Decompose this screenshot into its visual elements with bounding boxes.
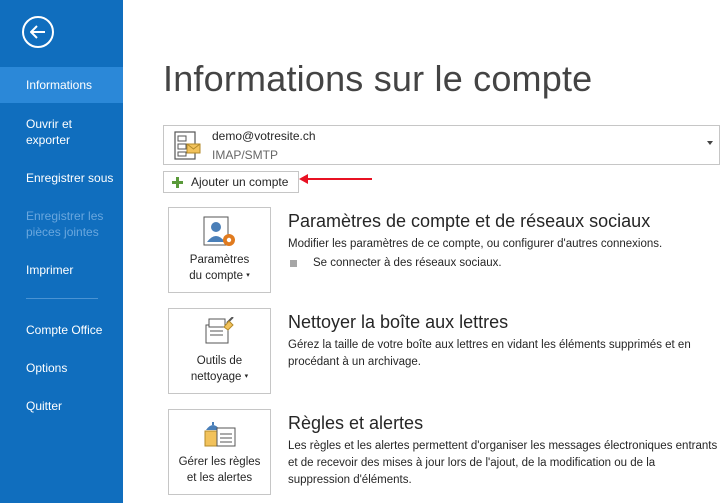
- plus-icon: [172, 176, 183, 188]
- tile-label: Paramètres du compte ▾: [189, 254, 250, 283]
- nav-informations[interactable]: Informations: [0, 67, 123, 103]
- backstage-sidebar: Informations Ouvrir et exporter Enregist…: [0, 0, 123, 503]
- add-account-label: Ajouter un compte: [191, 175, 289, 189]
- back-arrow-icon: [30, 25, 45, 39]
- account-settings-tile[interactable]: Paramètres du compte ▾: [168, 207, 271, 293]
- nav-ouvrir-exporter[interactable]: Ouvrir et exporter: [0, 116, 123, 148]
- nav-enregistrer-sous[interactable]: Enregistrer sous: [0, 170, 123, 186]
- annotation-arrow-icon: [299, 174, 372, 184]
- cleanup-tools-icon: [205, 317, 234, 344]
- rules-alerts-tile[interactable]: Gérer les règles et les alertes: [168, 409, 271, 495]
- chevron-down-icon: [707, 141, 713, 145]
- section-title-rules-alerts: Règles et alertes: [288, 413, 424, 433]
- account-type: IMAP/SMTP: [212, 148, 279, 162]
- account-selector[interactable]: demo@votresite.ch IMAP/SMTP: [163, 125, 720, 165]
- back-button[interactable]: [22, 16, 54, 48]
- tile-label: Gérer les règles et les alertes: [178, 456, 261, 484]
- nav-quitter[interactable]: Quitter: [0, 398, 123, 414]
- section-description: Gérez la taille de votre boîte aux lettr…: [288, 339, 691, 368]
- nav-options[interactable]: Options: [0, 360, 123, 376]
- social-networks-link[interactable]: Se connecter à des réseaux sociaux.: [290, 257, 502, 269]
- sidebar-divider: [26, 298, 98, 299]
- mail-account-icon: [174, 131, 201, 160]
- rules-alerts-icon: [204, 422, 236, 447]
- account-settings-icon: [203, 216, 235, 246]
- cleanup-tools-tile[interactable]: Outils de nettoyage ▾: [168, 308, 271, 394]
- nav-enregistrer-pieces-jointes: Enregistrer les pièces jointes: [26, 209, 104, 239]
- account-email: demo@votresite.ch: [212, 129, 316, 143]
- section-description: Les règles et les alertes permettent d'o…: [288, 440, 718, 486]
- nav-imprimer[interactable]: Imprimer: [0, 262, 123, 278]
- section-title-cleanup: Nettoyer la boîte aux lettres: [288, 312, 509, 332]
- page-title: Informations sur le compte: [163, 58, 593, 99]
- tile-label: Outils de nettoyage ▾: [190, 355, 249, 384]
- add-account-button[interactable]: Ajouter un compte: [163, 171, 299, 193]
- nav-compte-office[interactable]: Compte Office: [0, 322, 123, 338]
- section-title-account-settings: Paramètres de compte et de réseaux socia…: [288, 211, 651, 231]
- section-description: Modifier les paramètres de ce compte, ou…: [288, 238, 663, 250]
- social-networks-link-label: Se connecter à des réseaux sociaux.: [313, 257, 502, 269]
- bullet-icon: [290, 259, 297, 267]
